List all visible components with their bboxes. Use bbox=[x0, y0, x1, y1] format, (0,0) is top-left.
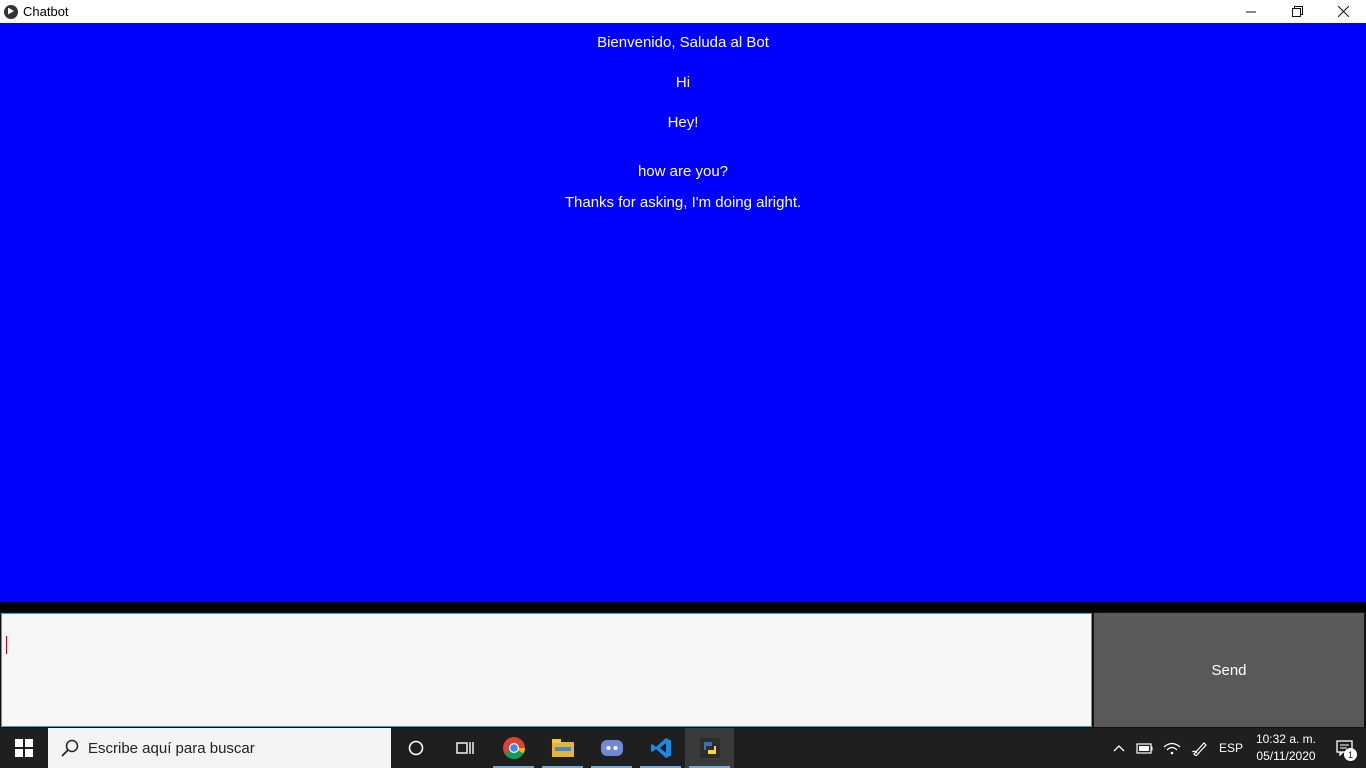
battery-icon bbox=[1136, 743, 1153, 754]
restore-icon bbox=[1291, 6, 1303, 17]
chat-message: Bienvenido, Saluda al Bot bbox=[597, 34, 769, 51]
close-button[interactable] bbox=[1320, 0, 1366, 23]
text-caret bbox=[6, 636, 7, 654]
system-tray: ESP 10:32 a. m. 05/11/2020 1 bbox=[1108, 728, 1366, 768]
notification-count-badge: 1 bbox=[1344, 748, 1357, 761]
close-icon bbox=[1337, 6, 1349, 17]
action-center-button[interactable]: 1 bbox=[1324, 728, 1366, 768]
python-icon bbox=[699, 738, 720, 758]
window-title: Chatbot bbox=[23, 4, 69, 19]
app-logo-icon bbox=[4, 4, 18, 19]
chat-history: Bienvenido, Saluda al Bot Hi Hey! how ar… bbox=[0, 23, 1366, 602]
task-view-icon bbox=[455, 742, 474, 754]
vscode-icon bbox=[650, 738, 671, 758]
title-bar: Chatbot bbox=[0, 0, 1366, 23]
battery-button[interactable] bbox=[1130, 728, 1158, 768]
window-controls bbox=[1228, 0, 1366, 23]
search-placeholder: Escribe aquí para buscar bbox=[88, 739, 255, 757]
taskbar: Escribe aquí para buscar ESP 10:32 a. m.… bbox=[0, 728, 1366, 768]
start-button[interactable] bbox=[0, 728, 48, 768]
chat-message: Hey! bbox=[667, 114, 699, 131]
taskbar-app-discord[interactable] bbox=[587, 728, 636, 768]
taskbar-app-python[interactable] bbox=[685, 728, 734, 768]
windows-logo-icon bbox=[15, 739, 33, 757]
chat-message: Hi bbox=[675, 74, 691, 91]
chrome-icon bbox=[502, 737, 525, 759]
chat-message: Thanks for asking, I'm doing alright. bbox=[564, 194, 802, 211]
tray-overflow-button[interactable] bbox=[1108, 728, 1130, 768]
minimize-icon bbox=[1246, 11, 1256, 12]
taskbar-app-chrome[interactable] bbox=[489, 728, 538, 768]
search-icon bbox=[61, 739, 79, 757]
discord-icon bbox=[600, 740, 623, 756]
message-input[interactable] bbox=[1, 613, 1092, 727]
wifi-icon bbox=[1163, 742, 1181, 755]
clock-date: 05/11/2020 bbox=[1256, 749, 1316, 763]
taskbar-search[interactable]: Escribe aquí para buscar bbox=[48, 728, 391, 768]
task-view-button[interactable] bbox=[440, 728, 489, 768]
divider bbox=[0, 602, 1366, 612]
chevron-up-icon bbox=[1113, 745, 1125, 752]
taskbar-app-file-explorer[interactable] bbox=[538, 728, 587, 768]
network-button[interactable] bbox=[1158, 728, 1186, 768]
send-button[interactable]: Send bbox=[1094, 613, 1364, 727]
language-indicator[interactable]: ESP bbox=[1214, 728, 1248, 768]
file-explorer-icon bbox=[551, 739, 574, 757]
minimize-button[interactable] bbox=[1228, 0, 1274, 23]
composer: Send bbox=[0, 612, 1366, 728]
cortana-icon bbox=[408, 740, 423, 756]
restore-button[interactable] bbox=[1274, 0, 1320, 23]
pen-icon bbox=[1191, 742, 1207, 756]
cortana-button[interactable] bbox=[391, 728, 440, 768]
pen-button[interactable] bbox=[1186, 728, 1214, 768]
chat-message: how are you? bbox=[637, 163, 729, 180]
clock[interactable]: 10:32 a. m. 05/11/2020 bbox=[1248, 731, 1324, 765]
clock-time: 10:32 a. m. bbox=[1255, 732, 1316, 746]
taskbar-app-vscode[interactable] bbox=[636, 728, 685, 768]
